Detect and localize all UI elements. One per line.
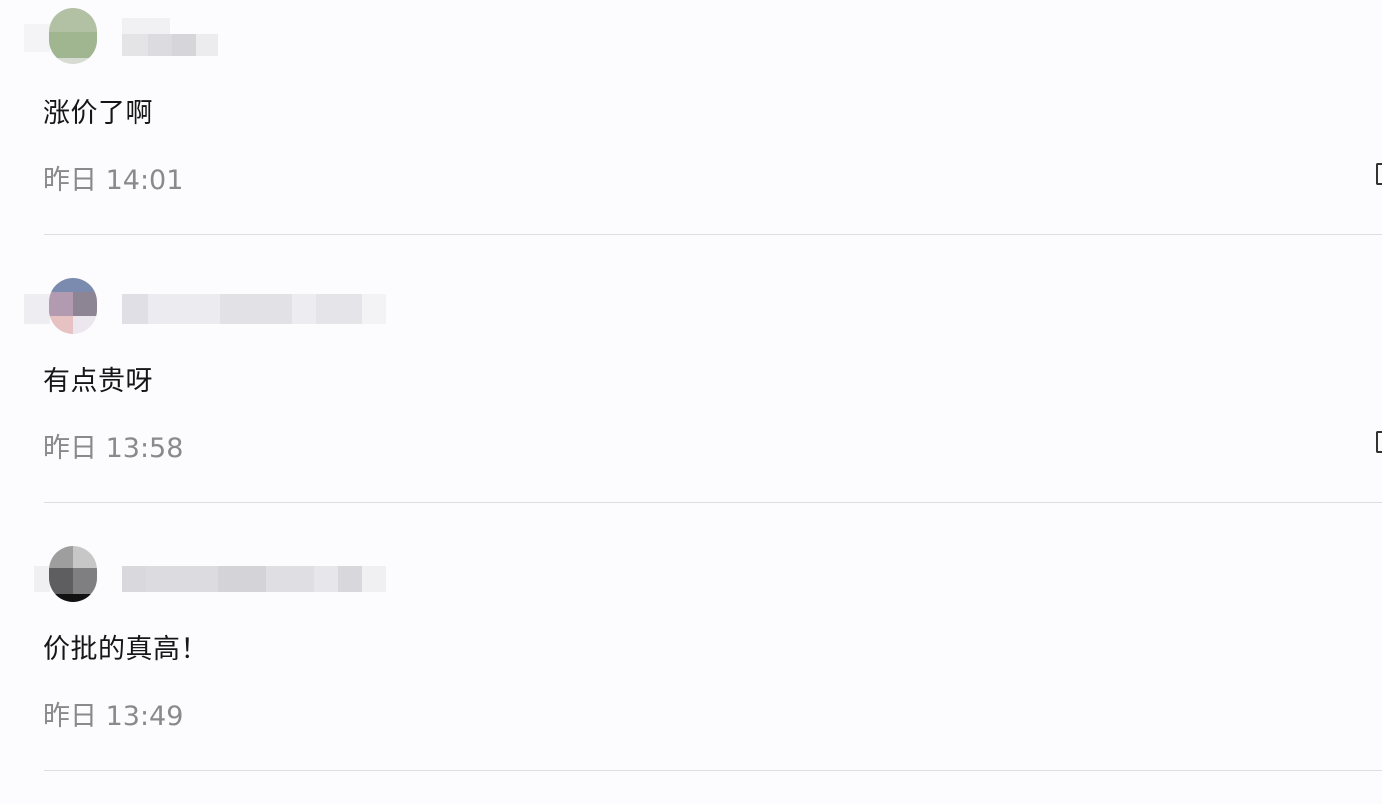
user-avatar[interactable] <box>49 8 97 64</box>
comment-text: 涨价了啊 <box>43 98 153 129</box>
divider <box>44 502 1382 503</box>
comment-timestamp: 昨日 13:58 <box>43 433 184 464</box>
comment-item: 有点贵呀 昨日 13:58 <box>0 268 1382 536</box>
comment-timestamp: 昨日 13:49 <box>43 701 184 732</box>
comment-item: 价批的真高！ 昨日 13:49 <box>0 536 1382 804</box>
comment-item: 涨价了啊 昨日 14:01 <box>0 0 1382 268</box>
comment-bubble-icon[interactable] <box>1376 431 1382 453</box>
divider <box>44 234 1382 235</box>
comment-text: 价批的真高！ <box>43 634 208 665</box>
user-avatar[interactable] <box>49 546 97 602</box>
comment-timestamp: 昨日 14:01 <box>43 165 184 196</box>
comment-bubble-icon[interactable] <box>1376 163 1382 185</box>
comment-text: 有点贵呀 <box>43 366 153 397</box>
divider <box>44 770 1382 771</box>
user-avatar[interactable] <box>49 278 97 334</box>
